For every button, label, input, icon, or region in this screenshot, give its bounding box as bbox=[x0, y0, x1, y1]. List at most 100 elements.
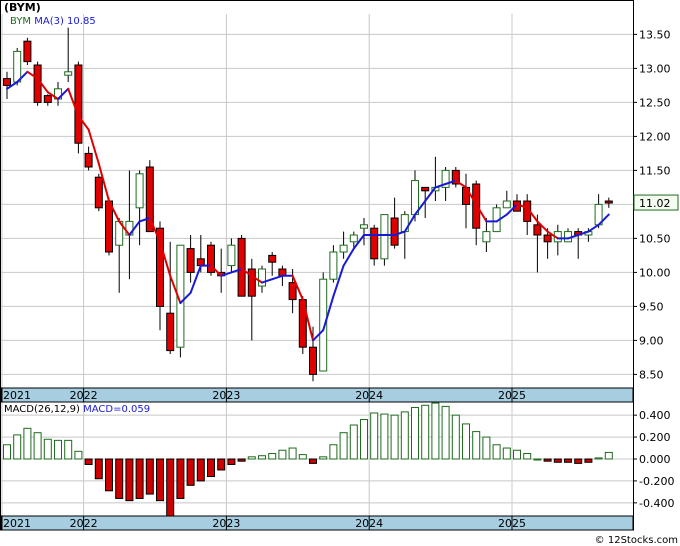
candle-body bbox=[3, 78, 11, 86]
macd-y-tick-label: 0.200 bbox=[639, 431, 671, 444]
candle-body bbox=[94, 176, 103, 209]
x-tick-label: 2022 bbox=[70, 389, 98, 402]
price-y-tick-label: 9.50 bbox=[639, 300, 664, 313]
macd-bar bbox=[23, 427, 32, 460]
macd-bar bbox=[309, 458, 317, 464]
macd-bar bbox=[472, 431, 481, 460]
macd-bar bbox=[186, 458, 195, 486]
macd-bar bbox=[329, 444, 338, 460]
macd-bar bbox=[543, 458, 552, 462]
x-tick-label: 2025 bbox=[498, 517, 526, 530]
candle-body bbox=[105, 200, 113, 253]
macd-bar bbox=[125, 458, 134, 502]
x-tick-label: 2024 bbox=[355, 389, 383, 402]
macd-bar bbox=[33, 432, 42, 460]
candle-body bbox=[309, 346, 317, 375]
candle-body bbox=[74, 64, 83, 144]
candle-body bbox=[411, 180, 419, 216]
candle-body bbox=[329, 251, 338, 280]
candle-body bbox=[543, 234, 552, 243]
macd-bar bbox=[431, 402, 440, 460]
macd-bar bbox=[207, 458, 215, 478]
price-legend: BYM MA(3) 10.85 bbox=[10, 16, 96, 27]
macd-y-tick-label: -0.200 bbox=[639, 475, 674, 488]
macd-bar bbox=[54, 439, 62, 460]
x-tick-label: 2023 bbox=[212, 517, 240, 530]
macd-bar bbox=[533, 458, 542, 461]
x-tick-label: 2023 bbox=[212, 389, 240, 402]
macd-bar bbox=[564, 458, 572, 463]
x-tick-label: 2021 bbox=[3, 389, 31, 402]
x-tick-label: 2024 bbox=[355, 517, 383, 530]
macd-bar bbox=[105, 458, 113, 492]
legend-ma-name: MA(3) 10.85 bbox=[34, 16, 95, 27]
candle-body bbox=[84, 152, 93, 168]
macd-bar bbox=[247, 456, 256, 460]
candle-body bbox=[64, 71, 73, 76]
x-tick-label: 2022 bbox=[70, 517, 98, 530]
price-y-tick-label: 10.50 bbox=[639, 232, 671, 245]
macd-y-tick-label: -0.400 bbox=[639, 497, 674, 510]
symbol-title: (BYM) bbox=[4, 1, 41, 14]
candle-body bbox=[349, 234, 358, 243]
price-y-tick-label: 13.00 bbox=[639, 62, 671, 75]
macd-bar bbox=[604, 451, 613, 460]
price-y-tick-label: 10.00 bbox=[639, 266, 671, 279]
watermark: © 12Stocks.com bbox=[595, 535, 678, 546]
macd-bar bbox=[217, 458, 226, 471]
candle-body bbox=[380, 214, 389, 260]
candle-body bbox=[268, 254, 277, 263]
candle-body bbox=[23, 40, 32, 63]
candle-body bbox=[33, 64, 42, 103]
macd-bar bbox=[227, 458, 236, 465]
macd-y-tick-label: 0.000 bbox=[639, 453, 671, 466]
macd-legend-value: MACD=0.059 bbox=[83, 404, 150, 415]
macd-bar bbox=[584, 458, 593, 463]
macd-bar bbox=[237, 458, 246, 462]
macd-bar bbox=[513, 449, 521, 460]
macd-y-tick-label: 0.400 bbox=[639, 409, 671, 422]
price-y-tick-label: 8.50 bbox=[639, 368, 664, 381]
candle-body bbox=[166, 312, 175, 352]
price-y-tick-label: 12.50 bbox=[639, 96, 671, 109]
macd-bar bbox=[492, 444, 501, 460]
macd-bar bbox=[196, 458, 205, 482]
candle-body bbox=[502, 200, 511, 209]
macd-bar bbox=[84, 458, 93, 465]
macd-bar bbox=[523, 453, 532, 460]
candle-body bbox=[196, 258, 205, 267]
candle-body bbox=[186, 248, 195, 273]
macd-bar bbox=[462, 423, 470, 460]
macd-bar bbox=[370, 412, 379, 460]
candle-body bbox=[360, 224, 368, 229]
stock-chart: 8.509.009.5010.0010.5011.0011.5012.0012.… bbox=[0, 0, 679, 546]
macd-bar bbox=[360, 419, 368, 460]
macd-bar bbox=[421, 404, 430, 460]
candle-body bbox=[13, 50, 22, 83]
candle-body bbox=[390, 217, 399, 246]
macd-legend: MACD(26,12,9) MACD=0.059 bbox=[4, 404, 150, 415]
candle-body bbox=[533, 224, 542, 236]
macd-bar bbox=[553, 458, 562, 463]
last-price-label: 11.02 bbox=[639, 197, 671, 210]
candle-body bbox=[370, 227, 379, 260]
macd-bar bbox=[166, 458, 175, 517]
macd-bar bbox=[319, 456, 328, 460]
macd-bar bbox=[441, 405, 450, 460]
macd-bar bbox=[74, 450, 83, 460]
macd-bar bbox=[156, 458, 164, 502]
macd-bar bbox=[594, 457, 603, 460]
candle-body bbox=[604, 200, 613, 204]
candle-body bbox=[227, 244, 236, 267]
macd-bar bbox=[411, 406, 419, 460]
macd-bar bbox=[400, 411, 409, 460]
macd-bar bbox=[3, 444, 11, 460]
macd-bar bbox=[43, 438, 52, 460]
macd-bar bbox=[268, 453, 277, 460]
macd-bar bbox=[574, 458, 583, 464]
macd-bar bbox=[390, 414, 399, 460]
price-y-tick-label: 12.00 bbox=[639, 130, 671, 143]
macd-bar bbox=[135, 458, 144, 499]
macd-bar bbox=[298, 454, 307, 460]
candle-body bbox=[135, 173, 144, 209]
